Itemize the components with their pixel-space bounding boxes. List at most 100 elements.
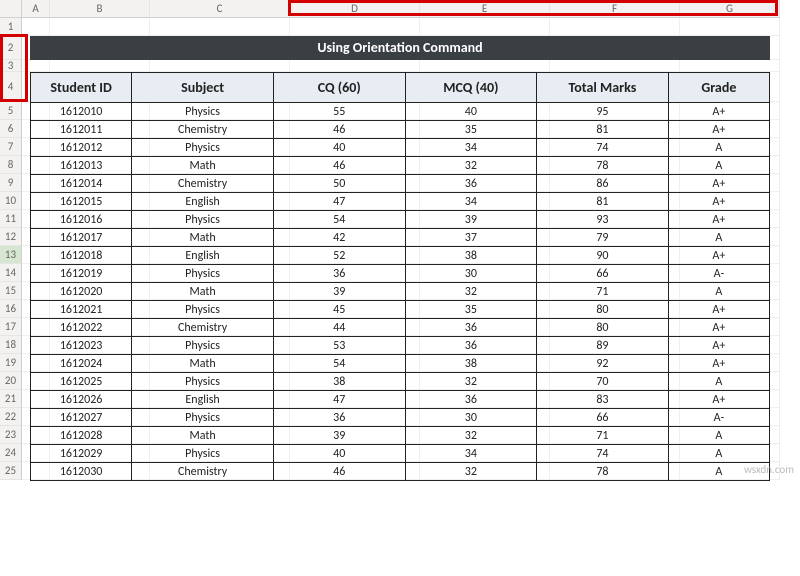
table-cell[interactable]: A+ [668,211,769,229]
table-cell[interactable]: 81 [537,121,669,139]
table-cell[interactable]: 38 [273,373,405,391]
table-cell[interactable]: 1612019 [31,265,132,283]
select-all-corner[interactable] [0,0,22,18]
table-cell[interactable]: 1612011 [31,121,132,139]
row-header-15[interactable]: 15 [0,282,22,300]
column-header-c[interactable]: C [150,0,290,18]
table-cell[interactable]: 83 [537,391,669,409]
table-cell[interactable]: 71 [537,283,669,301]
table-cell[interactable]: 66 [537,409,669,427]
table-cell[interactable]: 36 [273,265,405,283]
table-cell[interactable]: 35 [405,301,537,319]
row-header-12[interactable]: 12 [0,228,22,246]
table-cell[interactable]: A+ [668,355,769,373]
table-cell[interactable]: 1612030 [31,463,132,481]
row-header-7[interactable]: 7 [0,138,22,156]
cell[interactable] [420,60,550,72]
table-cell[interactable]: A- [668,409,769,427]
table-cell[interactable]: 1612016 [31,211,132,229]
column-header-a[interactable]: A [22,0,50,18]
row-header-10[interactable]: 10 [0,192,22,210]
table-cell[interactable]: 45 [273,301,405,319]
table-cell[interactable]: 70 [537,373,669,391]
cell[interactable] [150,60,290,72]
table-cell[interactable]: 32 [405,373,537,391]
table-cell[interactable]: 66 [537,265,669,283]
table-cell[interactable]: 1612026 [31,391,132,409]
cell[interactable] [22,18,50,36]
row-header-8[interactable]: 8 [0,156,22,174]
table-cell[interactable]: 1612017 [31,229,132,247]
table-cell[interactable]: 79 [537,229,669,247]
table-cell[interactable]: 1612010 [31,103,132,121]
table-cell[interactable]: 32 [405,427,537,445]
table-header[interactable]: MCQ (40) [405,73,537,103]
row-header-13[interactable]: 13 [0,246,22,264]
table-cell[interactable]: 54 [273,211,405,229]
table-cell[interactable]: 1612015 [31,193,132,211]
table-cell[interactable]: 52 [273,247,405,265]
table-cell[interactable]: 46 [273,463,405,481]
table-cell[interactable]: A [668,283,769,301]
column-header-e[interactable]: E [420,0,550,18]
table-cell[interactable]: A+ [668,103,769,121]
table-cell[interactable]: English [132,247,274,265]
table-cell[interactable]: 1612012 [31,139,132,157]
column-header-d[interactable]: D [290,0,420,18]
cell[interactable] [290,60,420,72]
table-cell[interactable]: Math [132,157,274,175]
row-header-23[interactable]: 23 [0,426,22,444]
table-cell[interactable]: 38 [405,355,537,373]
row-header-14[interactable]: 14 [0,264,22,282]
table-cell[interactable]: 39 [273,427,405,445]
table-cell[interactable]: Math [132,229,274,247]
column-header-f[interactable]: F [550,0,680,18]
table-cell[interactable]: 1612014 [31,175,132,193]
table-cell[interactable]: Math [132,427,274,445]
table-cell[interactable]: 39 [405,211,537,229]
cell[interactable] [22,60,50,72]
table-cell[interactable]: 46 [273,121,405,139]
table-cell[interactable]: 42 [273,229,405,247]
cell[interactable] [550,60,680,72]
row-header-5[interactable]: 5 [0,102,22,120]
column-header-b[interactable]: B [50,0,150,18]
table-cell[interactable]: 1612023 [31,337,132,355]
table-cell[interactable]: 74 [537,445,669,463]
row-header-4[interactable]: 4 [0,72,22,102]
table-header[interactable]: CQ (60) [273,73,405,103]
table-cell[interactable]: 80 [537,319,669,337]
table-cell[interactable]: 47 [273,193,405,211]
row-header-18[interactable]: 18 [0,336,22,354]
table-cell[interactable]: 1612020 [31,283,132,301]
table-cell[interactable]: 36 [405,175,537,193]
table-cell[interactable]: 1612013 [31,157,132,175]
table-cell[interactable]: 78 [537,157,669,175]
table-cell[interactable]: 30 [405,409,537,427]
table-cell[interactable]: A [668,157,769,175]
table-cell[interactable]: Physics [132,301,274,319]
row-header-3[interactable]: 3 [0,60,22,72]
table-cell[interactable]: Physics [132,409,274,427]
row-header-21[interactable]: 21 [0,390,22,408]
table-cell[interactable]: 32 [405,463,537,481]
row-header-11[interactable]: 11 [0,210,22,228]
row-header-17[interactable]: 17 [0,318,22,336]
table-cell[interactable]: 36 [405,391,537,409]
table-cell[interactable]: 34 [405,139,537,157]
table-cell[interactable]: A+ [668,193,769,211]
table-cell[interactable]: 74 [537,139,669,157]
grid[interactable]: Using Orientation Command Student IDSubj… [22,18,800,480]
table-cell[interactable]: 40 [405,103,537,121]
table-header[interactable]: Subject [132,73,274,103]
row-header-1[interactable]: 1 [0,18,22,36]
table-cell[interactable]: A [668,373,769,391]
table-cell[interactable]: Chemistry [132,319,274,337]
table-cell[interactable]: Physics [132,211,274,229]
table-cell[interactable]: 1612025 [31,373,132,391]
table-cell[interactable]: Physics [132,103,274,121]
table-cell[interactable]: 71 [537,427,669,445]
table-cell[interactable]: 40 [273,445,405,463]
row-header-9[interactable]: 9 [0,174,22,192]
table-cell[interactable]: English [132,391,274,409]
